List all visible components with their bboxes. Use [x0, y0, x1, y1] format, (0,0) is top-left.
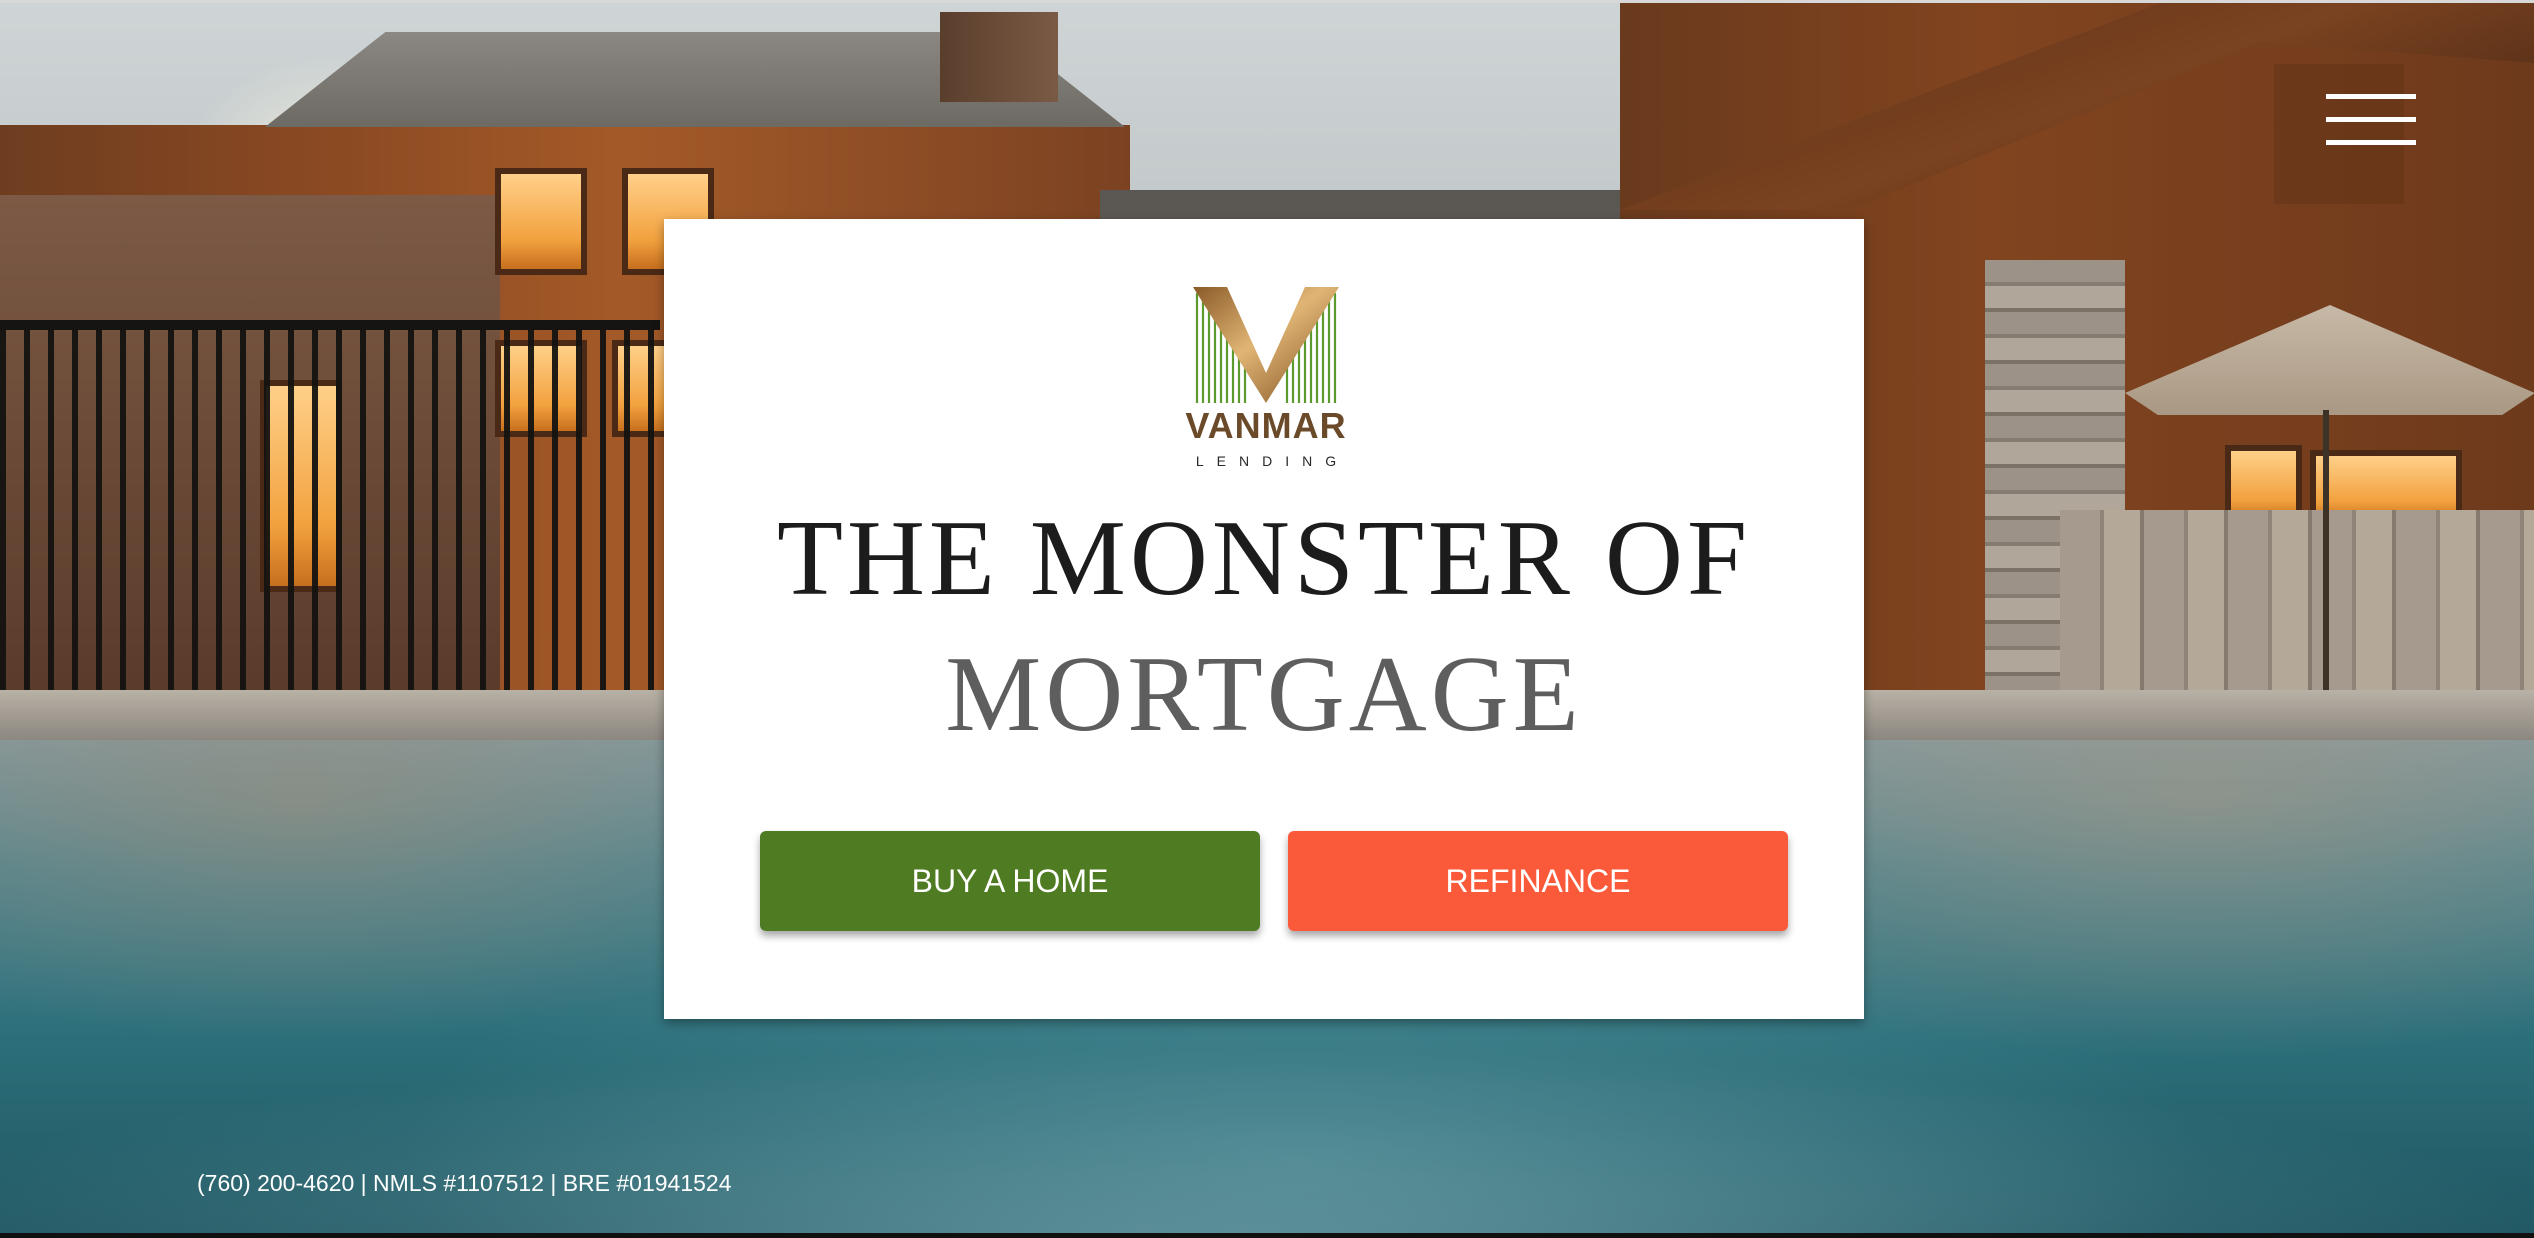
background-umbrella-pole	[2323, 410, 2329, 690]
background-stone-wall	[2060, 510, 2534, 700]
brand-logo[interactable]: VANMAR LENDING	[1157, 285, 1375, 475]
background-fence	[0, 320, 660, 700]
buy-a-home-button[interactable]: BUY A HOME	[760, 831, 1260, 931]
contact-info: (760) 200-4620 | NMLS #1107512 | BRE #01…	[197, 1170, 732, 1196]
background-pool-reflection	[0, 1050, 2534, 1238]
vanmar-v-logo-icon	[1193, 287, 1339, 403]
menu-button[interactable]	[2274, 64, 2416, 204]
landing-page: VANMAR LENDING THE MONSTER OF MORTGAGE B…	[0, 0, 2534, 1238]
background-roof-middle	[1100, 190, 1660, 220]
headline-line-1: THE MONSTER OF	[776, 499, 1752, 618]
refinance-button[interactable]: REFINANCE	[1288, 831, 1788, 931]
headline-line-2: MORTGAGE	[945, 635, 1583, 754]
bottom-border	[0, 1233, 2534, 1238]
hero-card: VANMAR LENDING THE MONSTER OF MORTGAGE B…	[664, 219, 1864, 1019]
brand-name: VANMAR	[1185, 405, 1347, 446]
background-chimney	[940, 12, 1058, 102]
top-border	[0, 0, 2534, 3]
background-window	[495, 168, 587, 275]
brand-tagline: LENDING	[1195, 453, 1350, 469]
